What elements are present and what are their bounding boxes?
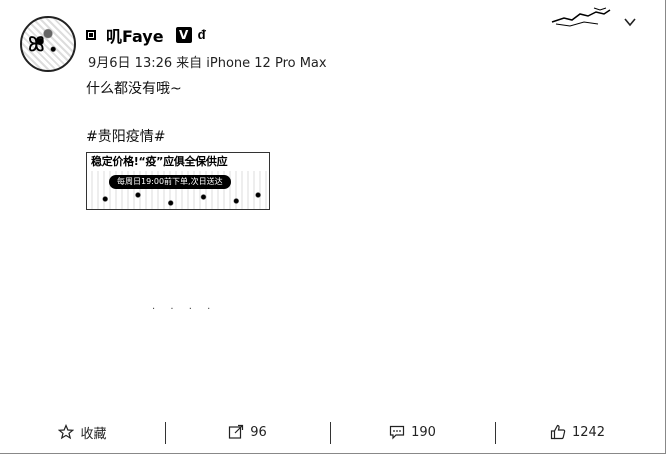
ellipsis-dots: · · · · (152, 304, 217, 315)
user-row: 叽Faye V ᵭ (86, 24, 206, 46)
hashtag-link[interactable]: #贵阳疫情# (86, 126, 165, 146)
post-meta: 9月6日 13:26 来自 iPhone 12 Pro Max (88, 52, 327, 71)
chevron-down-icon[interactable] (622, 14, 638, 30)
favorite-label: 收藏 (80, 426, 107, 442)
post-source: 来自 iPhone 12 Pro Max (176, 56, 327, 71)
thumbs-up-icon (550, 424, 566, 440)
avatar[interactable]: ꕤ (20, 16, 76, 72)
star-icon (58, 424, 75, 440)
verified-icon: V (175, 27, 192, 43)
post-timestamp[interactable]: 9月6日 13:26 (88, 52, 172, 71)
like-button[interactable]: 1242 (495, 420, 660, 444)
repost-button[interactable]: 96 (165, 420, 330, 444)
comment-count: 190 (411, 424, 436, 440)
avatar-icon: ꕤ (28, 32, 45, 56)
image-banner-text: 稳定价格!“疫”应俱全保供应 (87, 153, 269, 171)
comment-icon (389, 425, 405, 440)
favorite-button[interactable]: 收藏 (0, 420, 165, 444)
like-count: 1242 (571, 424, 606, 440)
action-bar: 收藏 96 190 1242 (0, 416, 660, 448)
username[interactable]: 叽Faye (106, 23, 164, 47)
image-pill-text: 每周日19:00前下单,次日送达 (109, 175, 231, 189)
post-image[interactable]: 稳定价格!“疫”应俱全保供应 每周日19:00前下单,次日送达 (86, 152, 270, 210)
member-icon (86, 30, 96, 40)
badge-icon: ᵭ (197, 28, 206, 43)
image-texture (87, 189, 269, 209)
comment-button[interactable]: 190 (330, 420, 495, 444)
repost-count: 96 (250, 424, 267, 440)
share-icon (229, 424, 244, 439)
decorative-sticker-icon (551, 7, 611, 27)
post-text: 什么都没有哦~ (86, 81, 182, 97)
